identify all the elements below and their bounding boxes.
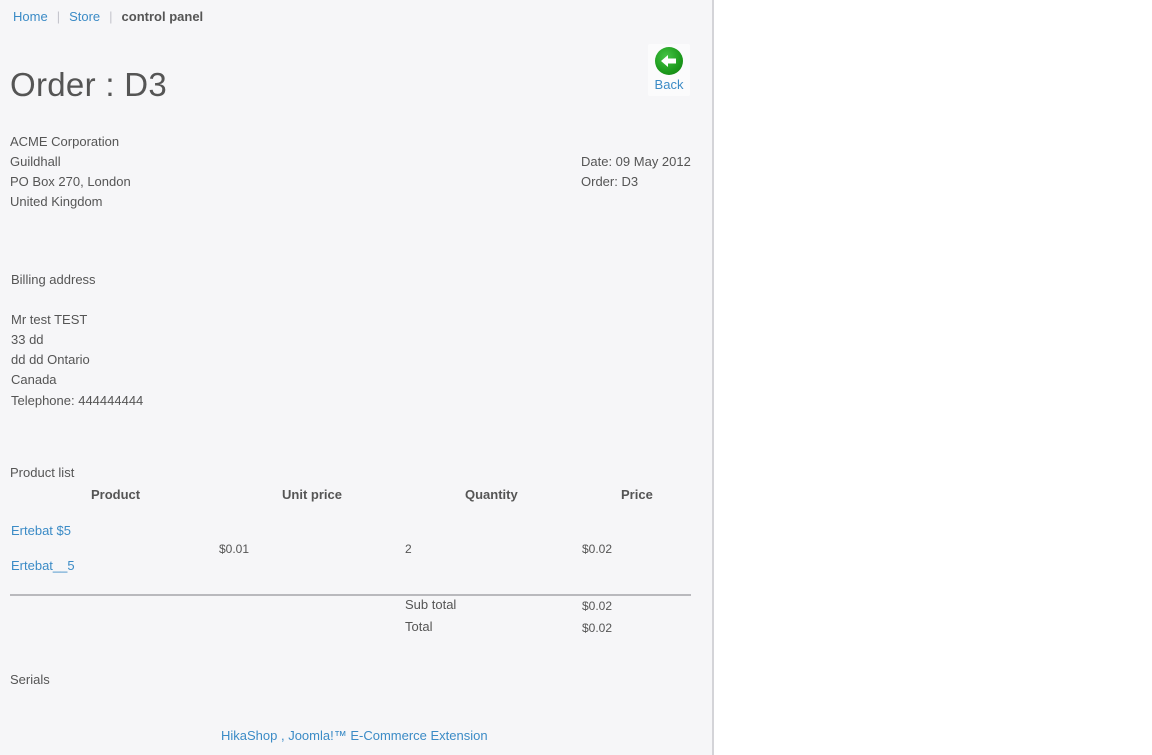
company-country: United Kingdom [10, 194, 103, 209]
product-link[interactable]: Ertebat__5 [11, 556, 75, 576]
back-arrow-icon [655, 47, 683, 75]
unit-price-cell: $0.01 [219, 542, 250, 556]
billing-address-line: 33 dd [11, 332, 44, 347]
breadcrumb-separator: | [56, 9, 61, 25]
serials-heading: Serials [10, 672, 50, 687]
billing-name: Mr test TEST [11, 312, 88, 327]
product-list-heading: Product list [10, 465, 75, 480]
billing-telephone: Telephone: 444444444 [11, 393, 144, 408]
product-link[interactable]: Ertebat $5 [11, 521, 71, 541]
subtotal-value: $0.02 [582, 599, 613, 613]
billing-heading: Billing address [11, 272, 96, 287]
column-header-price: Price [621, 487, 653, 502]
total-value: $0.02 [582, 621, 613, 635]
back-button-label[interactable]: Back [648, 77, 690, 92]
subtotal-label: Sub total [405, 597, 457, 612]
page-title: Order : D3 [10, 66, 168, 103]
company-address-line: Guildhall [10, 154, 61, 169]
breadcrumb-separator: | [109, 9, 113, 25]
billing-country: Canada [11, 372, 57, 387]
back-button[interactable]: Back [648, 44, 690, 96]
column-header-product: Product [91, 487, 141, 502]
quantity-cell: 2 [405, 542, 412, 556]
company-address-line: PO Box 270, London [10, 174, 131, 189]
column-header-unit-price: Unit price [282, 487, 342, 502]
total-label: Total [405, 619, 433, 634]
order-number: Order: D3 [581, 174, 639, 189]
order-date: Date: 09 May 2012 [581, 154, 691, 169]
breadcrumb: Home | Store | control panel [13, 8, 203, 24]
column-header-quantity: Quantity [465, 487, 518, 502]
footer-link[interactable]: HikaShop , Joomla!™ E-Commerce Extension [221, 726, 488, 746]
breadcrumb-store-link[interactable]: Store [69, 9, 100, 24]
company-name: ACME Corporation [10, 134, 120, 149]
content-panel: Home | Store | control panel Order : D3 Back… [0, 0, 714, 755]
breadcrumb-home-link[interactable]: Home [13, 9, 48, 24]
breadcrumb-current: control panel [121, 9, 204, 25]
price-cell: $0.02 [582, 542, 613, 556]
billing-address-line: dd dd Ontario [11, 352, 90, 367]
